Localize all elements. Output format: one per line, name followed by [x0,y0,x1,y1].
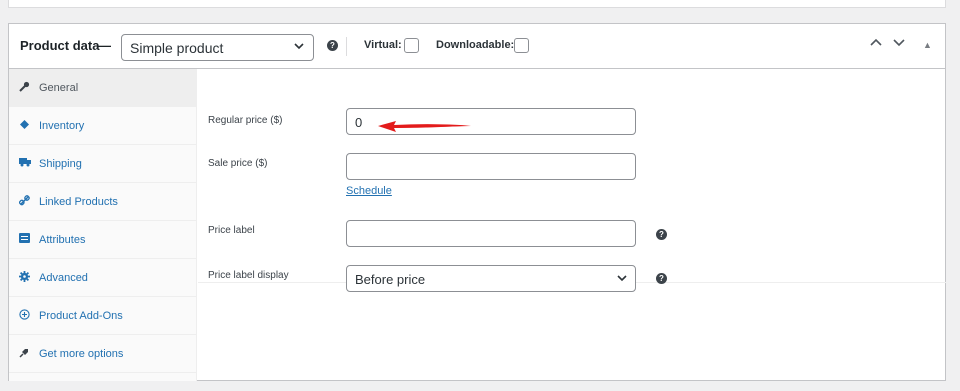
previous-panel-edge [8,0,946,8]
tab-shipping[interactable]: Shipping [9,145,196,183]
virtual-checkbox[interactable] [404,38,419,53]
downloadable-checkbox[interactable] [514,38,529,53]
pricing-fields: Regular price ($) 0 Sale price ($) Sched… [198,69,946,292]
panel-title: Product data [20,38,100,53]
tab-label: Shipping [39,157,82,170]
price-label-label: Price label [208,225,255,236]
tab-label: Attributes [39,233,86,246]
gear-icon [19,270,39,285]
title-dash: — [98,38,111,53]
collapse-toggle-icon[interactable]: ▲ [923,40,932,50]
product-data-panel: Product data — Simple product ? Virtual:… [8,23,946,381]
move-up-icon[interactable] [869,35,883,52]
tag-icon [19,119,39,133]
tab-advanced[interactable]: Advanced [9,259,196,297]
tab-label: Product Add-Ons [39,309,123,322]
regular-price-value: 0 [355,115,363,130]
tab-get-more-options[interactable]: Get more options [9,335,196,373]
price-label-display-help-icon[interactable]: ? [656,273,667,284]
sale-price-input[interactable] [346,153,636,180]
tab-label: Get more options [39,347,124,360]
tab-product-add-ons[interactable]: Product Add-Ons [9,297,196,335]
schedule-link[interactable]: Schedule [346,185,392,197]
tab-label: Inventory [39,119,85,132]
chevron-down-icon [294,39,304,56]
price-label-display-value: Before price [355,272,426,287]
downloadable-label: Downloadable: [436,39,515,51]
tab-label: General [39,81,79,94]
chevron-down-icon [617,271,627,288]
product-type-select[interactable]: Simple product [121,34,314,61]
product-type-help-icon[interactable]: ? [327,40,338,51]
price-label-help-icon[interactable]: ? [656,229,667,240]
panel-header: Product data — Simple product ? Virtual:… [9,24,945,69]
move-down-icon[interactable] [892,35,906,52]
truck-icon [19,157,39,170]
regular-price-label: Regular price ($) [208,115,283,126]
price-label-display-label: Price label display [208,270,289,281]
virtual-label: Virtual: [364,39,402,51]
product-type-value: Simple product [130,40,224,56]
tab-general[interactable]: General [9,69,196,107]
link-icon [18,194,39,209]
tab-label: Linked Products [39,195,118,208]
general-tab-content: Regular price ($) 0 Sale price ($) Sched… [198,69,946,381]
product-data-tabs: General Inventory Shipping Linked Produc… [9,69,197,381]
annotation-arrow [378,121,471,132]
tab-inventory[interactable]: Inventory [9,107,196,145]
price-label-input[interactable] [346,220,636,247]
price-label-display-select[interactable]: Before price [346,265,636,292]
sale-price-label: Sale price ($) [208,158,268,169]
header-separator [346,37,347,56]
plus-circle-icon [19,308,39,323]
wrench-icon [19,81,39,95]
list-icon [19,233,39,246]
tab-label: Advanced [39,271,88,284]
tab-linked-products[interactable]: Linked Products [9,183,196,221]
tab-attributes[interactable]: Attributes [9,221,196,259]
plugin-icon [19,347,39,361]
